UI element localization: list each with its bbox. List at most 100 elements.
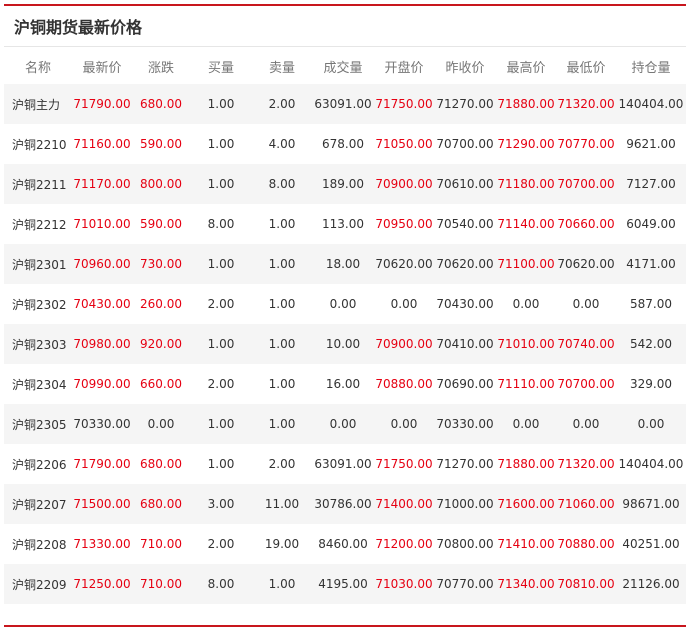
last-price-cell: 71790.00: [72, 444, 132, 484]
table-header-row: 名称 最新价 涨跌 买量 卖量 成交量 开盘价 昨收价 最高价 最低价 持仓量: [4, 48, 686, 84]
prev-close-cell: 70540.00: [434, 204, 496, 244]
table-row[interactable]: 沪铜2208 71330.00 710.00 2.00 19.00 8460.00 7120…: [4, 524, 686, 564]
volume-cell: 63091.00: [312, 444, 374, 484]
volume-cell: 30786.00: [312, 484, 374, 524]
ask-volume-cell: 8.00: [252, 164, 312, 204]
contract-name-cell[interactable]: 沪铜2304: [4, 364, 72, 404]
change-cell: 710.00: [132, 564, 190, 604]
high-price-cell: 0.00: [496, 404, 556, 444]
low-price-cell: 70740.00: [556, 324, 616, 364]
table-row[interactable]: 沪铜2210 71160.00 590.00 1.00 4.00 678.00 71050.…: [4, 124, 686, 164]
low-price-cell: 70880.00: [556, 524, 616, 564]
change-cell: 680.00: [132, 444, 190, 484]
bid-volume-cell: 2.00: [190, 364, 252, 404]
ask-volume-cell: 11.00: [252, 484, 312, 524]
page-title: 沪铜期货最新价格: [14, 18, 143, 37]
table-row[interactable]: 沪铜2305 70330.00 0.00 1.00 1.00 0.00 0.00 70330.…: [4, 404, 686, 444]
column-header-last: 最新价: [82, 60, 122, 76]
open-interest-cell: 4171.00: [616, 244, 686, 284]
table-row[interactable]: 沪铜2206 71790.00 680.00 1.00 2.00 63091.00 7175…: [4, 444, 686, 484]
low-price-cell: 70810.00: [556, 564, 616, 604]
contract-name-cell[interactable]: 沪铜2212: [4, 204, 72, 244]
contract-name-cell[interactable]: 沪铜2207: [4, 484, 72, 524]
last-price-cell: 71250.00: [72, 564, 132, 604]
volume-cell: 678.00: [312, 124, 374, 164]
last-price-cell: 70330.00: [72, 404, 132, 444]
open-interest-cell: 98671.00: [616, 484, 686, 524]
ask-volume-cell: 1.00: [252, 564, 312, 604]
last-price-cell: 70980.00: [72, 324, 132, 364]
ask-volume-cell: 2.00: [252, 84, 312, 124]
table-row[interactable]: 沪铜主力 71790.00 680.00 1.00 2.00 63091.00 71750.…: [4, 84, 686, 124]
table-row[interactable]: 沪铜2212 71010.00 590.00 8.00 1.00 113.00 70950.…: [4, 204, 686, 244]
volume-cell: 10.00: [312, 324, 374, 364]
contract-name-cell[interactable]: 沪铜2206: [4, 444, 72, 484]
open-price-cell: 70620.00: [374, 244, 434, 284]
open-price-cell: 70950.00: [374, 204, 434, 244]
ask-volume-cell: 1.00: [252, 404, 312, 444]
bid-volume-cell: 1.00: [190, 444, 252, 484]
bottom-accent-rule: [4, 625, 686, 627]
open-price-cell: 71050.00: [374, 124, 434, 164]
high-price-cell: 0.00: [496, 284, 556, 324]
contract-name-cell[interactable]: 沪铜2305: [4, 404, 72, 444]
contract-name-cell[interactable]: 沪铜2301: [4, 244, 72, 284]
table-row[interactable]: 沪铜2207 71500.00 680.00 3.00 11.00 30786.00 714…: [4, 484, 686, 524]
open-price-cell: 71400.00: [374, 484, 434, 524]
last-price-cell: 71170.00: [72, 164, 132, 204]
ask-volume-cell: 1.00: [252, 284, 312, 324]
ask-volume-cell: 1.00: [252, 324, 312, 364]
contract-name-cell[interactable]: 沪铜2208: [4, 524, 72, 564]
low-price-cell: 0.00: [556, 404, 616, 444]
contract-name-cell[interactable]: 沪铜2303: [4, 324, 72, 364]
open-interest-cell: 140404.00: [616, 444, 686, 484]
contract-name-cell[interactable]: 沪铜2211: [4, 164, 72, 204]
quote-panel: 沪铜期货最新价格 名称 最新价 涨跌 买量 卖量 成交量 开盘价 昨收价 最高价…: [4, 0, 686, 632]
title-divider: [4, 46, 686, 47]
bid-volume-cell: 1.00: [190, 324, 252, 364]
change-cell: 730.00: [132, 244, 190, 284]
volume-cell: 16.00: [312, 364, 374, 404]
bid-volume-cell: 2.00: [190, 284, 252, 324]
low-price-cell: 70660.00: [556, 204, 616, 244]
table-row[interactable]: 沪铜2211 71170.00 800.00 1.00 8.00 189.00 70900.…: [4, 164, 686, 204]
bid-volume-cell: 1.00: [190, 84, 252, 124]
ask-volume-cell: 1.00: [252, 204, 312, 244]
prev-close-cell: 70430.00: [434, 284, 496, 324]
table-row[interactable]: 沪铜2209 71250.00 710.00 8.00 1.00 4195.00 71030…: [4, 564, 686, 604]
high-price-cell: 71110.00: [496, 364, 556, 404]
change-cell: 0.00: [132, 404, 190, 444]
contract-name-cell[interactable]: 沪铜2302: [4, 284, 72, 324]
last-price-cell: 70990.00: [72, 364, 132, 404]
column-header-high: 最高价: [506, 60, 546, 76]
column-header-name: 名称: [24, 60, 51, 76]
open-interest-cell: 9621.00: [616, 124, 686, 164]
high-price-cell: 71880.00: [496, 84, 556, 124]
high-price-cell: 71880.00: [496, 444, 556, 484]
table-row[interactable]: 沪铜2302 70430.00 260.00 2.00 1.00 0.00 0.00 7043…: [4, 284, 686, 324]
volume-cell: 18.00: [312, 244, 374, 284]
low-price-cell: 70700.00: [556, 364, 616, 404]
open-price-cell: 71750.00: [374, 444, 434, 484]
bid-volume-cell: 1.00: [190, 124, 252, 164]
prev-close-cell: 70700.00: [434, 124, 496, 164]
last-price-cell: 70960.00: [72, 244, 132, 284]
prev-close-cell: 70330.00: [434, 404, 496, 444]
prev-close-cell: 71270.00: [434, 444, 496, 484]
change-cell: 590.00: [132, 124, 190, 164]
contract-name-cell[interactable]: 沪铜2210: [4, 124, 72, 164]
prev-close-cell: 71000.00: [434, 484, 496, 524]
table-row[interactable]: 沪铜2304 70990.00 660.00 2.00 1.00 16.00 70880.0…: [4, 364, 686, 404]
ask-volume-cell: 1.00: [252, 244, 312, 284]
open-interest-cell: 587.00: [616, 284, 686, 324]
table-row[interactable]: 沪铜2303 70980.00 920.00 1.00 1.00 10.00 70900.0…: [4, 324, 686, 364]
change-cell: 680.00: [132, 84, 190, 124]
open-interest-cell: 329.00: [616, 364, 686, 404]
contract-name-cell[interactable]: 沪铜2209: [4, 564, 72, 604]
last-price-cell: 70430.00: [72, 284, 132, 324]
bid-volume-cell: 1.00: [190, 244, 252, 284]
table-row[interactable]: 沪铜2301 70960.00 730.00 1.00 1.00 18.00 70620.0…: [4, 244, 686, 284]
low-price-cell: 70770.00: [556, 124, 616, 164]
contract-name-cell[interactable]: 沪铜主力: [4, 84, 72, 124]
low-price-cell: 70620.00: [556, 244, 616, 284]
